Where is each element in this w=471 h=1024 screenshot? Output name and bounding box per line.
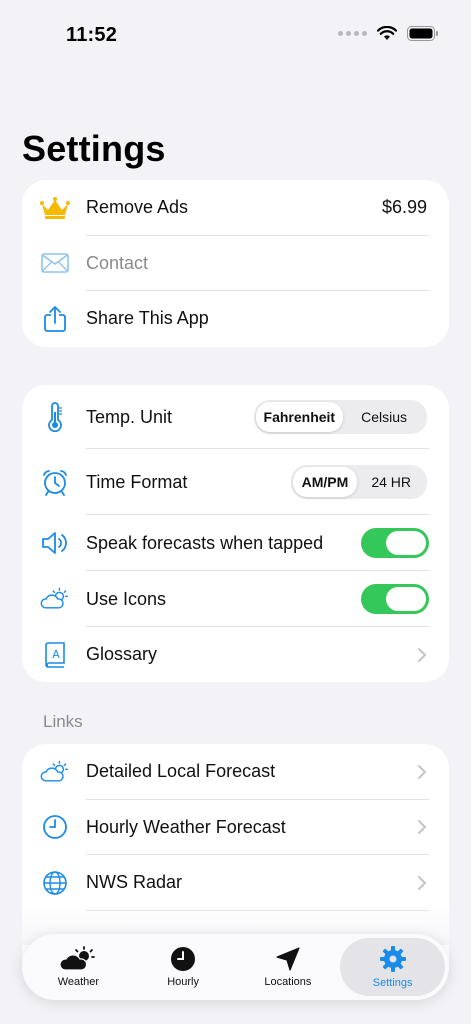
glossary-label: Glossary bbox=[86, 644, 158, 664]
clock-icon bbox=[40, 812, 70, 842]
partly-cloudy-icon bbox=[40, 584, 70, 614]
speak-forecasts-row: Speak forecasts when tapped bbox=[22, 515, 449, 571]
general-card: Remove Ads $6.99 Contact Share This App bbox=[22, 180, 449, 347]
partly-cloudy-icon bbox=[40, 757, 70, 787]
preferences-card: Temp. Unit Fahrenheit Celsius Time Forma… bbox=[22, 385, 449, 682]
status-icons bbox=[338, 26, 439, 41]
use-icons-row: Use Icons bbox=[22, 571, 449, 627]
book-icon: A bbox=[40, 640, 70, 670]
tab-settings[interactable]: Settings bbox=[340, 938, 445, 996]
tab-weather-label: Weather bbox=[57, 976, 100, 988]
chevron-right-icon bbox=[418, 764, 427, 779]
time-format-row: Time Format AM/PM 24 HR bbox=[22, 449, 449, 515]
glossary-row[interactable]: A Glossary bbox=[22, 627, 449, 682]
fahrenheit-option[interactable]: Fahrenheit bbox=[255, 402, 344, 432]
share-app-row[interactable]: Share This App bbox=[22, 291, 449, 347]
hourly-forecast-row[interactable]: Hourly Weather Forecast bbox=[22, 800, 449, 855]
weather-icon bbox=[59, 946, 96, 971]
battery-icon bbox=[407, 26, 438, 41]
use-icons-label: Use Icons bbox=[86, 588, 167, 609]
tab-bar: Weather Hourly Locations Settings bbox=[22, 934, 449, 1000]
tab-locations-label: Locations bbox=[264, 976, 312, 988]
gear-icon bbox=[379, 946, 406, 972]
temp-unit-segmented: Fahrenheit Celsius bbox=[253, 400, 427, 434]
hourly-forecast-label: Hourly Weather Forecast bbox=[86, 816, 286, 837]
share-icon bbox=[40, 304, 70, 334]
chevron-right-icon bbox=[418, 875, 427, 890]
tab-locations[interactable]: Locations bbox=[236, 938, 341, 996]
speak-forecasts-toggle[interactable] bbox=[361, 528, 429, 558]
speaker-icon bbox=[40, 528, 70, 558]
tab-hourly[interactable]: Hourly bbox=[131, 938, 236, 996]
time-format-label: Time Format bbox=[86, 471, 188, 492]
detailed-forecast-label: Detailed Local Forecast bbox=[86, 761, 276, 782]
share-app-label: Share This App bbox=[86, 308, 209, 329]
tab-weather[interactable]: Weather bbox=[26, 938, 131, 996]
24-hr-option[interactable]: 24 HR bbox=[357, 467, 425, 497]
globe-icon bbox=[40, 868, 70, 898]
signal-dots-icon bbox=[338, 31, 367, 36]
remove-ads-price: $6.99 bbox=[381, 197, 427, 218]
temp-unit-row: Temp. Unit Fahrenheit Celsius bbox=[22, 385, 449, 449]
celsius-option[interactable]: Celsius bbox=[343, 402, 425, 432]
alarm-clock-icon bbox=[40, 467, 70, 497]
nws-radar-row[interactable]: NWS Radar bbox=[22, 855, 449, 911]
thermometer-icon bbox=[40, 402, 70, 432]
status-time: 11:52 bbox=[66, 24, 118, 46]
crown-icon bbox=[40, 193, 70, 223]
svg-text:A: A bbox=[52, 648, 60, 661]
status-bar: 11:52 bbox=[0, 0, 471, 70]
location-arrow-icon bbox=[276, 947, 300, 971]
am-pm-option[interactable]: AM/PM bbox=[292, 467, 358, 497]
wifi-icon bbox=[377, 26, 397, 40]
chevron-right-icon bbox=[418, 820, 427, 835]
chevron-right-icon bbox=[418, 647, 427, 662]
tab-settings-label: Settings bbox=[372, 977, 413, 989]
temp-unit-label: Temp. Unit bbox=[86, 406, 173, 427]
speak-forecasts-label: Speak forecasts when tapped bbox=[86, 532, 324, 553]
remove-ads-label: Remove Ads bbox=[86, 197, 189, 218]
tab-hourly-label: Hourly bbox=[167, 976, 200, 988]
page-title: Settings bbox=[22, 128, 166, 169]
clock-icon bbox=[171, 947, 196, 971]
contact-row[interactable]: Contact bbox=[22, 236, 449, 291]
time-format-segmented: AM/PM 24 HR bbox=[290, 465, 427, 499]
remove-ads-row[interactable]: Remove Ads $6.99 bbox=[22, 180, 449, 236]
links-section-header: Links bbox=[43, 712, 83, 731]
envelope-icon bbox=[40, 248, 70, 278]
use-icons-toggle[interactable] bbox=[361, 584, 429, 614]
detailed-forecast-row[interactable]: Detailed Local Forecast bbox=[22, 744, 449, 800]
contact-label: Contact bbox=[86, 252, 149, 273]
nws-radar-label: NWS Radar bbox=[86, 872, 183, 893]
